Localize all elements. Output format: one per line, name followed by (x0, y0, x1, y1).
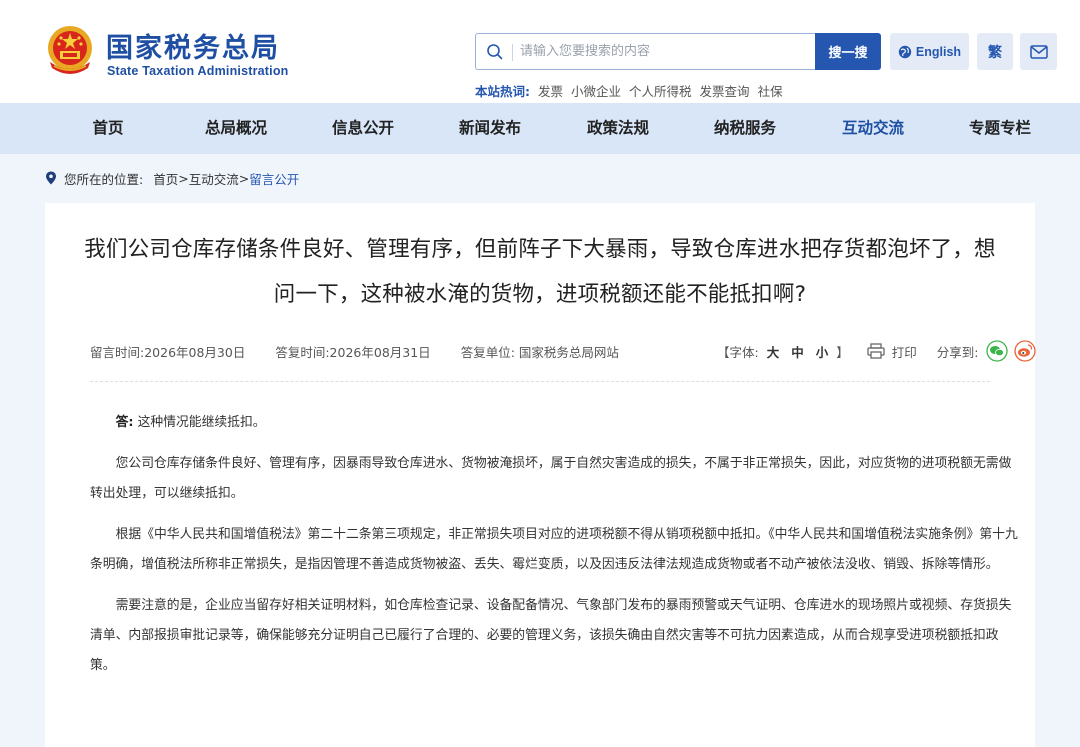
site-title-cn[interactable]: 国家税务总局 (106, 26, 280, 65)
hot-words-label: 本站热词: (475, 83, 530, 99)
hot-word-link[interactable]: 小微企业 (571, 81, 621, 100)
meta-divider (90, 381, 990, 382)
nav-item-home[interactable]: 首页 (92, 103, 123, 154)
answer-paragraph: 答: 这种情况能继续抵扣。 (90, 408, 1020, 438)
weibo-icon[interactable] (1014, 340, 1037, 362)
mail-button[interactable] (1020, 33, 1057, 70)
share-label: 分享到: (936, 344, 979, 360)
article-paragraph: 需要注意的是，企业应当留存好相关证明材料，如仓库检查记录、设备配备情况、气象部门… (90, 598, 1012, 673)
print-button[interactable]: 打印 (892, 342, 917, 361)
breadcrumb-separator: > (178, 170, 189, 186)
breadcrumb-interaction[interactable]: 互动交流 (189, 169, 239, 188)
search-icon (487, 44, 503, 60)
site-header: 国家税务总局 State Taxation Administration 搜一搜… (0, 0, 1080, 103)
search-input[interactable] (520, 34, 810, 69)
breadcrumb: 您所在的位置: 首页 > 互动交流 > 留言公开 (45, 168, 299, 188)
search-divider (512, 44, 513, 61)
font-size-small-button[interactable]: 小 (816, 345, 829, 360)
breadcrumb-label: 您所在的位置: (64, 171, 144, 187)
nav-item-interaction[interactable]: 互动交流 (842, 103, 904, 154)
font-size-label-close: 】 (836, 344, 849, 360)
hot-word-link[interactable]: 社保 (758, 81, 783, 100)
article-body: 答: 这种情况能继续抵扣。 您公司仓库存储条件良好、管理有序，因暴雨导致仓库进水… (90, 408, 1020, 692)
reply-time: 答复时间:2026年08月31日 (275, 344, 431, 360)
article-meta: 留言时间:2026年08月30日 答复时间:2026年08月31日 答复单位: … (90, 341, 649, 361)
font-size-medium-button[interactable]: 中 (791, 345, 804, 360)
nav-item-special-topics[interactable]: 专题专栏 (969, 103, 1031, 154)
search-box (475, 33, 816, 70)
english-label: English (915, 44, 962, 59)
hot-word-link[interactable]: 个人所得税 (629, 81, 692, 100)
traditional-chinese-button[interactable]: 繁 (977, 33, 1013, 70)
hot-words: 本站热词: 发票 小微企业 个人所得税 发票查询 社保 (475, 80, 791, 100)
nav-item-news[interactable]: 新闻发布 (459, 103, 521, 154)
globe-icon (898, 45, 912, 58)
article-paragraph: 您公司仓库存储条件良好、管理有序，因暴雨导致仓库进水、货物被淹损坏，属于自然灾害… (90, 456, 1012, 501)
main-nav: 首页 总局概况 信息公开 新闻发布 政策法规 纳税服务 互动交流 专题专栏 (0, 103, 1080, 154)
reply-unit: 答复单位: 国家税务总局网站 (460, 344, 619, 360)
nav-item-overview[interactable]: 总局概况 (205, 103, 267, 154)
article-paragraph: 根据《中华人民共和国增值税法》第二十二条第三项规定，非正常损失项目对应的进项税额… (90, 527, 1018, 572)
wechat-icon[interactable] (986, 340, 1009, 362)
printer-icon[interactable] (867, 343, 885, 359)
article-tools: 【字体: 大 中 小 】 打印 分享到: (717, 339, 1042, 363)
font-size-group: 【字体: 大 中 小 】 (717, 342, 849, 361)
nav-item-info-disclosure[interactable]: 信息公开 (332, 103, 394, 154)
mail-icon (1029, 44, 1048, 59)
location-pin-icon (46, 171, 56, 185)
hot-word-link[interactable]: 发票查询 (700, 81, 750, 100)
search-button[interactable]: 搜一搜 (815, 33, 881, 70)
english-button[interactable]: English (890, 33, 969, 70)
font-size-label: 【字体: (717, 344, 759, 360)
answer-summary: 这种情况能继续抵扣。 (137, 415, 266, 430)
answer-label: 答: (115, 415, 134, 430)
breadcrumb-current[interactable]: 留言公开 (249, 169, 299, 188)
breadcrumb-separator: > (238, 170, 250, 186)
hot-word-link[interactable]: 发票 (538, 81, 563, 100)
article-card: 我们公司仓库存储条件良好、管理有序，但前阵子下大暴雨，导致仓库进水把存货都泡坏了… (45, 203, 1037, 747)
national-emblem-icon[interactable] (44, 24, 96, 78)
message-time: 留言时间:2026年08月30日 (90, 344, 246, 360)
font-size-large-button[interactable]: 大 (767, 345, 780, 360)
article-title: 我们公司仓库存储条件良好、管理有序，但前阵子下大暴雨，导致仓库进水把存货都泡坏了… (84, 237, 996, 307)
breadcrumb-home[interactable]: 首页 (153, 169, 178, 188)
site-title-en[interactable]: State Taxation Administration (107, 64, 289, 78)
nav-item-policy[interactable]: 政策法规 (587, 103, 649, 154)
nav-item-tax-service[interactable]: 纳税服务 (714, 103, 776, 154)
